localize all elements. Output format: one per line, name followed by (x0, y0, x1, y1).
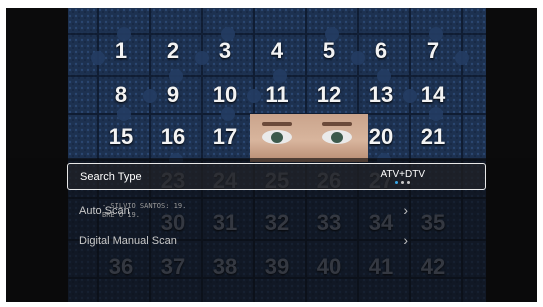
chevron-right-icon: › (403, 202, 408, 218)
chevron-right-icon: › (403, 232, 408, 248)
search-type-label: Search Type (80, 171, 142, 183)
face-photo (250, 114, 368, 162)
tile-number: 11 (265, 82, 289, 107)
tile-number: 4 (270, 38, 284, 63)
channel-scan-menu: Search Type ATV+DTV Auto Scan › Digital … (67, 163, 486, 254)
left-brow (262, 122, 292, 126)
right-eye (322, 130, 352, 144)
option-page-dots (395, 181, 410, 184)
page-dot (401, 181, 404, 184)
tile-number: 9 (166, 82, 180, 107)
digital-manual-scan-option[interactable]: Digital Manual Scan › (67, 226, 486, 254)
tile-number: 7 (426, 38, 440, 63)
tile-number: 5 (322, 38, 336, 63)
page-dot (407, 181, 410, 184)
auto-scan-option[interactable]: Auto Scan › (67, 196, 486, 224)
tile-number: 13 (368, 82, 394, 107)
tile-number: 2 (166, 38, 180, 63)
tile-number: 3 (218, 38, 232, 63)
tile-number: 10 (212, 82, 238, 107)
tile-number: 12 (316, 82, 342, 107)
tile-number: 20 (368, 124, 394, 149)
page-dot-active (395, 181, 398, 184)
tile-number: 21 (420, 124, 446, 149)
search-type-option[interactable]: Search Type ATV+DTV (67, 163, 486, 190)
left-eye (262, 130, 292, 144)
tv-screen: 1 2 3 4 5 6 7 8 9 10 11 12 13 14 15 16 1… (6, 8, 537, 302)
tile-number: 6 (374, 38, 388, 63)
digital-manual-scan-label: Digital Manual Scan (79, 235, 177, 247)
tile-number: 8 (114, 82, 128, 107)
tile-number: 1 (114, 38, 128, 63)
auto-scan-label: Auto Scan (79, 205, 130, 217)
right-brow (322, 122, 352, 126)
tile-number: 14 (420, 82, 446, 107)
tile-number: 15 (108, 124, 134, 149)
tile-number: 17 (212, 124, 238, 149)
search-type-value: ATV+DTV (380, 169, 425, 180)
tile-number: 16 (160, 124, 186, 149)
